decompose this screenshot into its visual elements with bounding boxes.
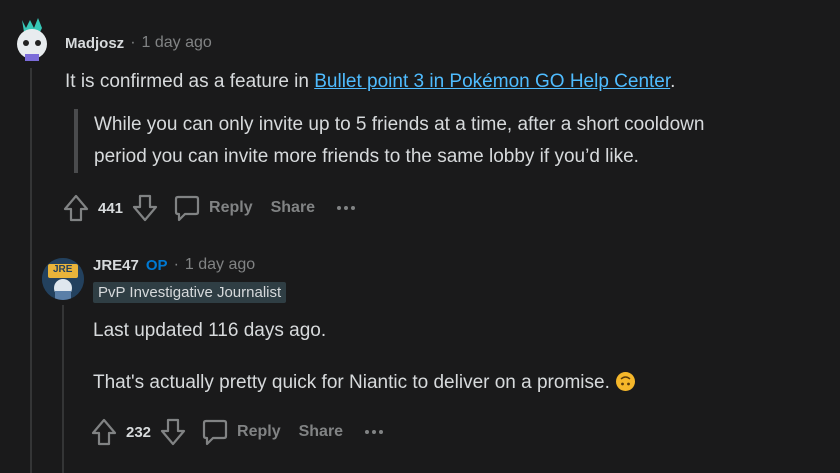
comment2-meta: JRE47 OP · 1 day ago — [93, 256, 255, 274]
share-button[interactable]: Share — [299, 423, 343, 441]
vote-count: 441 — [98, 199, 124, 217]
author-name[interactable]: JRE47 — [93, 257, 139, 274]
comment1-meta: Madjosz · 1 day ago — [65, 34, 212, 52]
paragraph-2-text: That's actually pretty quick for Niantic… — [93, 372, 610, 393]
timestamp[interactable]: 1 day ago — [142, 34, 212, 52]
vote-count: 232 — [126, 423, 152, 441]
text-before-link: It is confirmed as a feature in — [65, 71, 315, 92]
thread-line-comment1[interactable] — [30, 68, 32, 473]
thread-line-comment2[interactable] — [62, 305, 64, 473]
author-name[interactable]: Madjosz — [65, 35, 124, 52]
reply-button[interactable]: Reply — [209, 199, 253, 217]
more-options-icon[interactable] — [361, 422, 391, 442]
help-center-link[interactable]: Bullet point 3 in Pokémon GO Help Center — [314, 71, 670, 92]
avatar-madjosz[interactable] — [12, 14, 52, 62]
comment1-text: It is confirmed as a feature in Bullet p… — [65, 71, 675, 93]
quote-line-1: While you can only invite up to 5 friend… — [94, 114, 705, 135]
reply-button[interactable]: Reply — [237, 423, 281, 441]
separator-dot: · — [130, 34, 136, 51]
avatar-jre47[interactable]: JRE — [42, 258, 84, 300]
reply-icon[interactable] — [201, 417, 229, 447]
quote-line-2: period you can invite more friends to th… — [94, 146, 639, 167]
share-button[interactable]: Share — [271, 199, 315, 217]
op-badge: OP — [145, 256, 168, 274]
comment1-actions: 441 Reply Share — [62, 193, 363, 223]
upvote-icon[interactable] — [62, 193, 90, 223]
upvote-icon[interactable] — [90, 417, 118, 447]
separator-dot: · — [173, 256, 179, 273]
more-options-icon[interactable] — [333, 198, 363, 218]
timestamp[interactable]: 1 day ago — [185, 256, 255, 274]
comment2-actions: 232 Reply Share — [90, 417, 391, 447]
user-flair: PvP Investigative Journalist — [93, 282, 287, 303]
snoo-avatar-icon — [17, 18, 47, 61]
downvote-icon[interactable] — [159, 417, 187, 447]
avatar-label: JRE — [53, 264, 73, 275]
comment2-paragraph-1: Last updated 116 days ago. — [93, 320, 327, 341]
comment2-paragraph-2: That's actually pretty quick for Niantic… — [93, 372, 635, 394]
upside-down-smile-icon — [615, 372, 635, 391]
downvote-icon[interactable] — [131, 193, 159, 223]
blockquote: While you can only invite up to 5 friend… — [74, 109, 704, 173]
reply-icon[interactable] — [173, 193, 201, 223]
text-after-link: . — [670, 71, 676, 92]
